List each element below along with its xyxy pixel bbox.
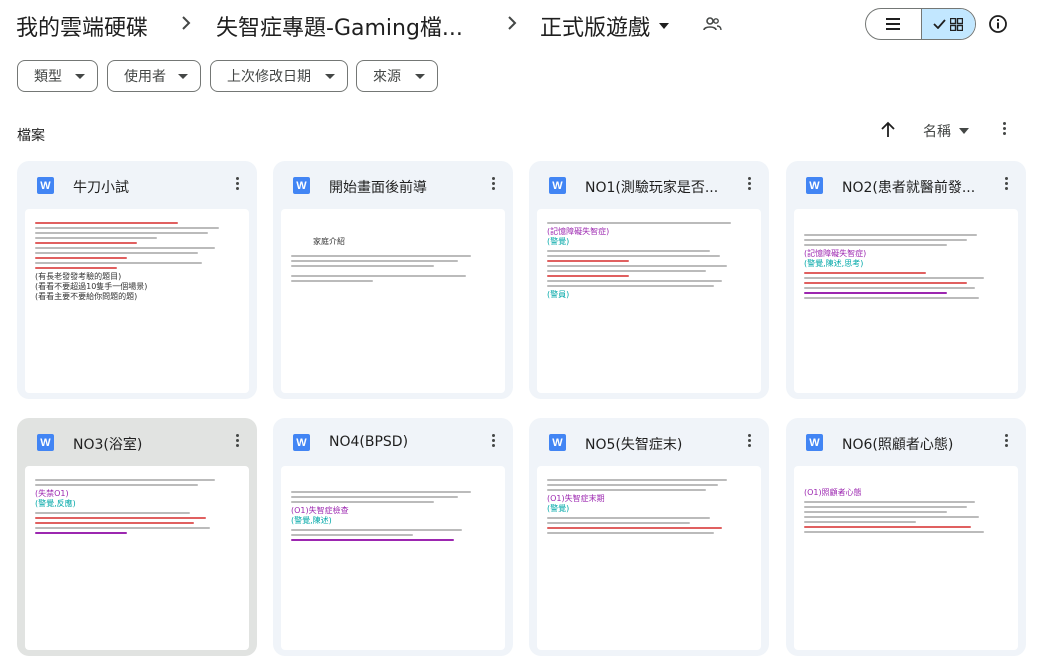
- file-thumbnail: (有長老發發考驗的題目) (看看不要超過10隻手一個場景) (看看主要不要給你問…: [25, 209, 249, 393]
- filter-people[interactable]: 使用者: [107, 60, 201, 92]
- more-vert-icon[interactable]: [485, 432, 501, 452]
- file-title: NO6(照顧者心態): [842, 437, 954, 453]
- grid-view-button[interactable]: [920, 9, 975, 39]
- list-view-icon: [886, 18, 901, 30]
- more-vert-icon[interactable]: [741, 432, 757, 452]
- docs-icon: W: [549, 434, 566, 451]
- file-card[interactable]: W 開始畫面後前導 家庭介紹: [273, 161, 513, 399]
- arrow-upward-icon[interactable]: [878, 120, 898, 140]
- header: 我的雲端硬碟 失智症專題-Gaming檔... 正式版遊戲: [0, 0, 1041, 50]
- thumb-text: (有長老發發考驗的題目): [35, 272, 122, 281]
- grid-view-icon: [950, 17, 964, 31]
- filter-modified[interactable]: 上次修改日期: [210, 60, 348, 92]
- thumb-text: (O1)失智症末期: [547, 494, 605, 503]
- info-icon[interactable]: [988, 14, 1008, 34]
- filter-source[interactable]: 來源: [356, 60, 438, 92]
- more-vert-icon[interactable]: [485, 175, 501, 195]
- thumb-text: (警覺): [547, 237, 570, 246]
- sort-label: 名稱: [923, 124, 951, 140]
- arrow-drop-down-icon: [659, 23, 670, 29]
- file-card[interactable]: W NO2(患者就醫前發... (記憶障礙失智症) (警覺,陳述,思考): [786, 161, 1026, 399]
- arrow-drop-down-icon: [959, 128, 969, 134]
- file-card[interactable]: W NO3(浴室) (失禁O1) (警覺,反應): [17, 418, 257, 656]
- docs-icon: W: [549, 177, 566, 194]
- file-card[interactable]: W NO5(失智症末) (O1)失智症末期 (警覺): [529, 418, 769, 656]
- filter-type-label: 類型: [34, 69, 62, 85]
- more-vert-icon[interactable]: [998, 175, 1014, 195]
- file-title: NO1(測驗玩家是否...: [585, 180, 719, 196]
- thumb-text: (記憶障礙失智症): [547, 227, 610, 236]
- chevron-right-icon: [176, 12, 196, 34]
- thumb-text: (警覺,陳述,思考): [804, 259, 864, 268]
- file-thumbnail: (記憶障礙失智症) (警覺) (警員): [537, 209, 761, 393]
- thumb-text: (警員): [547, 290, 570, 299]
- more-vert-icon[interactable]: [229, 175, 245, 195]
- more-vert-icon[interactable]: [229, 432, 245, 452]
- section-title: 檔案: [17, 128, 45, 144]
- arrow-drop-down-icon: [325, 73, 335, 79]
- file-title: NO5(失智症末): [585, 437, 683, 453]
- file-thumbnail: (失禁O1) (警覺,反應): [25, 466, 249, 650]
- file-title: 牛刀小試: [73, 180, 129, 196]
- file-thumbnail: (O1)照顧者心態: [794, 466, 1018, 650]
- list-view-button[interactable]: [866, 9, 921, 39]
- arrow-drop-down-icon: [75, 73, 85, 79]
- check-icon: [933, 19, 946, 29]
- breadcrumb-current[interactable]: 正式版遊戲: [540, 10, 670, 42]
- arrow-drop-down-icon: [178, 73, 188, 79]
- thumb-text: (看看不要超過10隻手一個場景): [35, 282, 148, 291]
- thumb-text: (警覺): [547, 504, 570, 513]
- breadcrumb-root[interactable]: 我的雲端硬碟: [16, 10, 148, 42]
- chevron-right-icon: [502, 12, 522, 34]
- thumb-text: (看看主要不要給你問題的題): [35, 292, 138, 301]
- filter-modified-label: 上次修改日期: [227, 69, 311, 85]
- file-card[interactable]: W NO4(BPSD) (O1)失智症檢查 (警覺,陳述): [273, 418, 513, 656]
- docs-icon: W: [293, 177, 310, 194]
- file-thumbnail: (O1)失智症檢查 (警覺,陳述): [281, 466, 505, 650]
- thumb-text: (警覺,反應): [35, 499, 76, 508]
- docs-icon: W: [806, 434, 823, 451]
- docs-icon: W: [806, 177, 823, 194]
- file-thumbnail: 家庭介紹: [281, 209, 505, 393]
- more-vert-icon[interactable]: [741, 175, 757, 195]
- thumb-text: (失禁O1): [35, 489, 69, 498]
- filter-source-label: 來源: [373, 69, 401, 85]
- file-title: NO2(患者就醫前發...: [842, 180, 976, 196]
- filter-people-label: 使用者: [124, 69, 166, 85]
- breadcrumb-parent[interactable]: 失智症專題-Gaming檔...: [216, 10, 463, 42]
- file-card[interactable]: W NO1(測驗玩家是否... (記憶障礙失智症) (警覺) (警員): [529, 161, 769, 399]
- breadcrumb-current-label: 正式版遊戲: [540, 16, 651, 41]
- file-thumbnail: (記憶障礙失智症) (警覺,陳述,思考): [794, 209, 1018, 393]
- docs-icon: W: [293, 434, 310, 451]
- docs-icon: W: [37, 434, 54, 451]
- file-title: NO4(BPSD): [329, 434, 409, 450]
- file-thumbnail: (O1)失智症末期 (警覺): [537, 466, 761, 650]
- thumb-text: (O1)失智症檢查: [291, 506, 349, 515]
- file-card[interactable]: W 牛刀小試 (有長老發發考驗的題目) (看看不要超過10隻手一個場景) (看看…: [17, 161, 257, 399]
- more-vert-icon[interactable]: [996, 120, 1012, 140]
- arrow-drop-down-icon: [415, 73, 425, 79]
- file-card[interactable]: W NO6(照顧者心態) (O1)照顧者心態: [786, 418, 1026, 656]
- thumb-text: (記憶障礙失智症): [804, 249, 867, 258]
- file-title: 開始畫面後前導: [329, 180, 427, 196]
- file-title: NO3(浴室): [73, 437, 143, 453]
- thumb-text: (O1)照顧者心態: [804, 488, 862, 497]
- thumb-text: 家庭介紹: [313, 237, 345, 246]
- filter-type[interactable]: 類型: [17, 60, 98, 92]
- view-toggle: [865, 8, 976, 40]
- thumb-text: (警覺,陳述): [291, 516, 332, 525]
- sort-button[interactable]: 名稱: [923, 121, 969, 141]
- docs-icon: W: [37, 177, 54, 194]
- people-icon[interactable]: [702, 14, 722, 34]
- more-vert-icon[interactable]: [998, 432, 1014, 452]
